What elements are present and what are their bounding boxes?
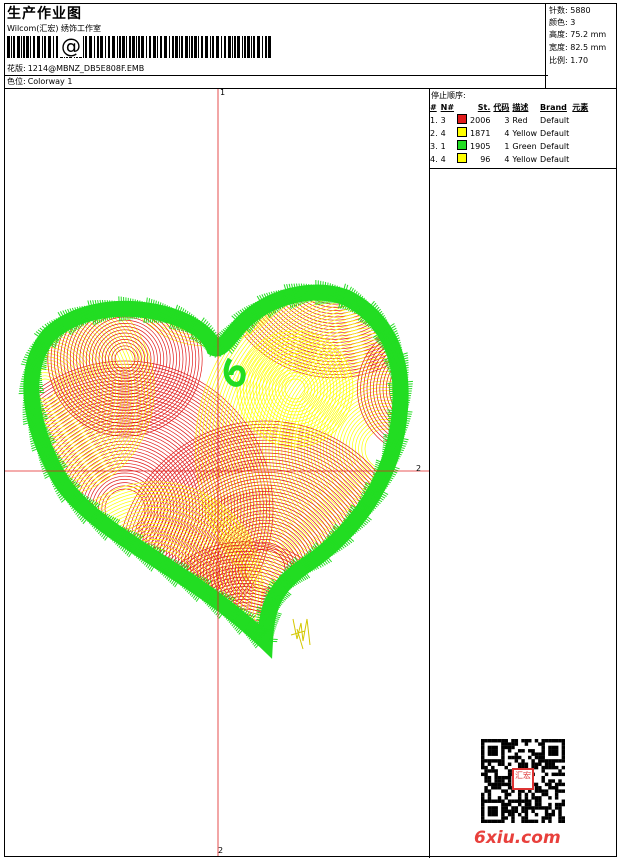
stat-stitches: 针数: 5880 <box>549 5 591 17</box>
row-code: 4 <box>504 129 510 138</box>
stat-scale: 比例: 1.70 <box>549 55 588 67</box>
design-file-name: 1214@MBNZ_DB5E808F.EMB <box>27 64 145 73</box>
stat-value: 82.5 mm <box>570 43 607 52</box>
stat-label: 比例: <box>549 56 568 65</box>
col-needle: N# <box>440 103 455 112</box>
stat-value: 3 <box>570 18 576 27</box>
color-swatch <box>457 114 468 124</box>
stat-label: 宽度: <box>549 43 568 52</box>
design-file-label: 花版: <box>7 64 26 73</box>
color-swatch <box>457 140 468 150</box>
stop-sequence-table: # N# St. 代码 描述 Brand 元素 1. 3 2006 3 Red Defau… <box>430 101 591 166</box>
row-code: 1 <box>504 142 510 151</box>
col-brand: Brand <box>540 103 567 112</box>
stop-row: 3. 1 1905 1 Green Default <box>430 140 591 153</box>
barcode-at-symbol: @ <box>60 34 82 58</box>
stop-row: 4. 4 96 4 Yellow Default <box>430 153 591 166</box>
header-divider <box>4 75 548 76</box>
row-swatch <box>457 127 470 140</box>
row-index: 3. <box>430 142 438 151</box>
seal-stamp: 汇宏 <box>512 768 534 790</box>
design-file-row: 花版: 1214@MBNZ_DB5E808F.EMB <box>7 63 144 74</box>
row-needle: 1 <box>440 142 446 151</box>
row-swatch <box>457 153 470 166</box>
col-description: 描述 <box>512 103 529 112</box>
studio-name: Wilcom(汇宏) 绣饰工作室 <box>7 24 102 33</box>
stop-row: 1. 3 2006 3 Red Default <box>430 114 591 127</box>
stats-divider <box>545 3 546 89</box>
axis-label-top: 1 <box>220 88 226 97</box>
row-brand: Default <box>540 155 570 164</box>
table-header-row: # N# St. 代码 描述 Brand 元素 <box>430 101 591 114</box>
stat-label: 高度: <box>549 30 568 39</box>
row-needle: 4 <box>440 129 446 138</box>
row-swatch <box>457 140 470 153</box>
row-stitch-count: 1905 <box>470 142 491 151</box>
axis-label-bottom: 2 <box>218 846 224 855</box>
stat-label: 针数: <box>549 6 568 15</box>
row-code: 4 <box>504 155 510 164</box>
design-canvas <box>5 89 429 856</box>
colorway-value: Colorway 1 <box>27 77 73 86</box>
stat-value: 75.2 mm <box>570 30 607 39</box>
col-element: 元素 <box>572 103 589 112</box>
document-title: 生产作业图 <box>7 6 82 22</box>
axis-label-right: 2 <box>416 464 422 473</box>
row-description: Green <box>512 142 537 151</box>
row-stitch-count: 1871 <box>470 129 491 138</box>
col-code: 代码 <box>493 103 510 112</box>
stop-table-bottom-rule <box>429 168 617 169</box>
panel-divider <box>429 88 430 858</box>
stat-colors: 颜色: 3 <box>549 17 575 29</box>
row-stitch-count: 96 <box>480 155 491 164</box>
color-swatch <box>457 153 468 163</box>
stat-height: 高度: 75.2 mm <box>549 29 606 41</box>
row-index: 1. <box>430 116 438 125</box>
signature-stitches <box>290 618 311 650</box>
row-brand: Default <box>540 116 570 125</box>
row-swatch <box>457 114 470 127</box>
stat-label: 颜色: <box>549 18 568 27</box>
row-code: 3 <box>504 116 510 125</box>
color-swatch <box>457 127 468 137</box>
row-stitch-count: 2006 <box>470 116 491 125</box>
row-needle: 3 <box>440 116 446 125</box>
col-stitches: St. <box>477 103 491 112</box>
row-description: Yellow <box>512 155 538 164</box>
colorway-row: 色位: Colorway 1 <box>7 76 72 87</box>
row-index: 4. <box>430 155 438 164</box>
stat-value: 5880 <box>570 6 591 15</box>
col-index: # <box>430 103 437 112</box>
stat-value: 1.70 <box>570 56 589 65</box>
row-needle: 4 <box>440 155 446 164</box>
row-brand: Default <box>540 129 570 138</box>
row-description: Red <box>512 116 528 125</box>
watermark-site: 6xiu.com <box>474 828 561 848</box>
stat-width: 宽度: 82.5 mm <box>549 42 606 54</box>
row-description: Yellow <box>512 129 538 138</box>
row-brand: Default <box>540 142 570 151</box>
stop-row: 2. 4 1871 4 Yellow Default <box>430 127 591 140</box>
colorway-label: 色位: <box>7 77 26 86</box>
barcode <box>7 36 271 58</box>
row-index: 2. <box>430 129 438 138</box>
stop-sequence-title: 停止顺序: <box>431 91 466 100</box>
